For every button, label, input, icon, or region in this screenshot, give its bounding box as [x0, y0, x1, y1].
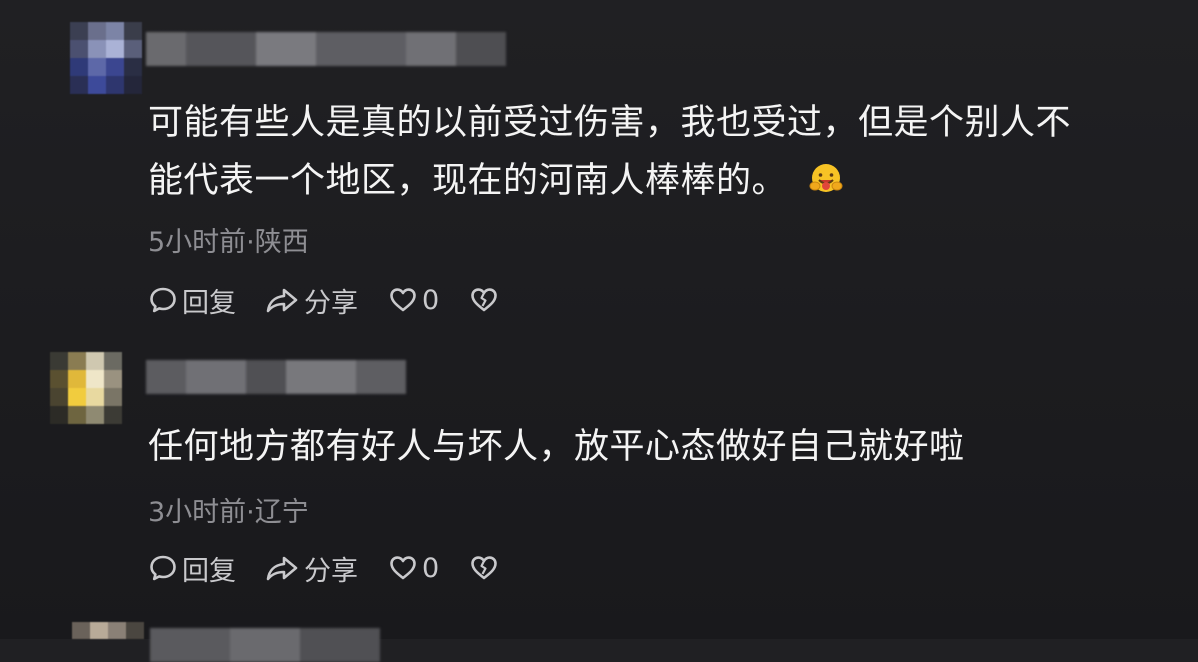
- broken-heart-icon: [471, 288, 497, 312]
- username-blurred[interactable]: [146, 360, 406, 394]
- share-button[interactable]: 分享: [264, 281, 358, 320]
- username-blurred[interactable]: [146, 32, 506, 66]
- like-button[interactable]: 0: [388, 285, 439, 316]
- username-blurred[interactable]: [150, 628, 380, 662]
- share-arrow-icon: [266, 288, 298, 313]
- dislike-button[interactable]: [469, 553, 499, 583]
- comment-text: 可能有些人是真的以前受过伤害，我也受过，但是个别人不 能代表一个地区，现在的河南…: [148, 94, 1178, 210]
- comment-text-line: 能代表一个地区，现在的河南人棒棒的。: [148, 152, 1178, 210]
- dislike-button[interactable]: [469, 285, 499, 315]
- comment-meta: 3小时前·辽宁: [148, 497, 309, 528]
- share-label: 分享: [304, 287, 358, 319]
- share-arrow-icon: [266, 556, 298, 581]
- comment-bubble-icon: [150, 287, 176, 313]
- comment-bubble-icon: [150, 555, 176, 581]
- avatar[interactable]: [50, 352, 122, 424]
- broken-heart-icon: [471, 556, 497, 580]
- like-button[interactable]: 0: [388, 553, 439, 584]
- reply-label: 回复: [182, 287, 236, 319]
- reply-label: 回复: [182, 555, 236, 587]
- reply-button[interactable]: 回复: [148, 549, 236, 588]
- hugging-face-emoji-icon: [809, 164, 843, 192]
- heart-icon: [390, 556, 416, 580]
- like-count: 0: [422, 284, 440, 316]
- comment-text-line: 任何地方都有好人与坏人，放平心态做好自己就好啦: [148, 427, 965, 467]
- heart-icon: [390, 288, 416, 312]
- avatar[interactable]: [70, 22, 142, 94]
- comment-text: 任何地方都有好人与坏人，放平心态做好自己就好啦: [148, 418, 1178, 476]
- comment-actions: 回复 分享 0: [148, 281, 499, 320]
- share-button[interactable]: 分享: [264, 549, 358, 588]
- comment-actions: 回复 分享 0: [148, 549, 499, 588]
- comment-text-line: 可能有些人是真的以前受过伤害，我也受过，但是个别人不: [148, 103, 1072, 143]
- share-label: 分享: [304, 555, 358, 587]
- like-count: 0: [422, 552, 440, 584]
- avatar[interactable]: [72, 622, 144, 639]
- comment-meta: 5小时前·陕西: [148, 227, 309, 258]
- reply-button[interactable]: 回复: [148, 281, 236, 320]
